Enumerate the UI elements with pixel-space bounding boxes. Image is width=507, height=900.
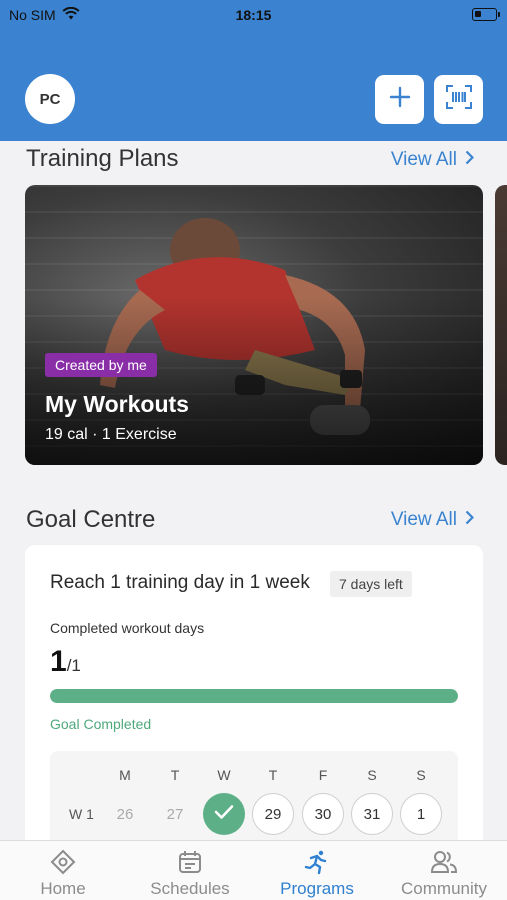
- goal-progress-bar: [50, 689, 458, 703]
- card-gradient-overlay: [25, 185, 483, 465]
- bottom-tab-bar: Home Schedules Programs Community: [0, 840, 507, 900]
- completed-count: 1/1: [50, 645, 81, 679]
- scan-button[interactable]: [434, 75, 483, 124]
- calendar-date[interactable]: 1: [400, 793, 442, 835]
- running-person-icon: [254, 849, 380, 875]
- app-header: No SIM 18:15 PC: [0, 0, 507, 141]
- calendar-date[interactable]: 31: [351, 793, 393, 835]
- view-all-label: View All: [390, 149, 457, 170]
- weekday-label: S: [416, 767, 426, 783]
- total-value: /1: [66, 656, 81, 675]
- calendar-date[interactable]: 29: [252, 793, 294, 835]
- tab-community[interactable]: Community: [381, 841, 507, 900]
- tab-label: Schedules: [150, 879, 230, 898]
- view-all-label: View All: [390, 509, 457, 530]
- created-by-me-badge: Created by me: [45, 353, 157, 377]
- weekday-label: W: [217, 767, 231, 783]
- tab-label: Community: [401, 879, 487, 898]
- add-button[interactable]: [375, 75, 424, 124]
- tab-home[interactable]: Home: [0, 841, 126, 900]
- week-label: W 1: [69, 806, 94, 822]
- goal-status: Goal Completed: [50, 716, 152, 732]
- goal-centre-title: Goal Centre: [26, 506, 156, 533]
- days-left-badge: 7 days left: [330, 571, 412, 597]
- barcode-scan-icon: [445, 85, 472, 114]
- weekday-label: S: [367, 767, 377, 783]
- battery-icon: [472, 8, 500, 21]
- tab-programs[interactable]: Programs: [254, 841, 380, 900]
- next-plan-card[interactable]: [495, 185, 507, 465]
- weekday-label: M: [119, 767, 131, 783]
- weekday-label: T: [170, 767, 180, 783]
- tab-label: Home: [40, 879, 86, 898]
- home-icon: [0, 849, 126, 875]
- calendar-date[interactable]: 30: [302, 793, 344, 835]
- calendar-date[interactable]: 27: [154, 793, 196, 835]
- checkmark-icon: [214, 804, 234, 824]
- completed-label: Completed workout days: [50, 620, 205, 636]
- chevron-right-icon: [465, 509, 475, 531]
- plan-title: My Workouts: [45, 391, 189, 417]
- goal-progress-fill: [50, 689, 458, 703]
- calendar-date[interactable]: 26: [104, 793, 146, 835]
- status-bar: No SIM 18:15: [0, 6, 507, 26]
- avatar[interactable]: PC: [25, 74, 75, 124]
- calendar-date-completed[interactable]: [203, 793, 245, 835]
- plan-meta: 19 cal · 1 Exercise: [45, 426, 177, 443]
- weekday-label: F: [318, 767, 328, 783]
- training-plan-card[interactable]: Created by me My Workouts 19 cal · 1 Exe…: [25, 185, 483, 465]
- calendar-icon: [127, 849, 253, 875]
- completed-value: 1: [50, 645, 67, 678]
- training-plans-view-all[interactable]: View All: [390, 149, 475, 171]
- goal-centre-view-all[interactable]: View All: [390, 509, 475, 531]
- goal-title: Reach 1 training day in 1 week: [50, 572, 310, 593]
- plus-icon: [389, 86, 411, 113]
- weekday-label: T: [268, 767, 278, 783]
- tab-label: Programs: [280, 879, 354, 898]
- training-plans-title: Training Plans: [26, 145, 179, 172]
- people-icon: [381, 849, 507, 875]
- chevron-right-icon: [465, 149, 475, 171]
- week-calendar: M T W T F S S W 1 26 27 29 30 31 1: [50, 751, 458, 851]
- goal-card[interactable]: Reach 1 training day in 1 week 7 days le…: [25, 545, 483, 865]
- tab-schedules[interactable]: Schedules: [127, 841, 253, 900]
- status-time: 18:15: [235, 7, 272, 23]
